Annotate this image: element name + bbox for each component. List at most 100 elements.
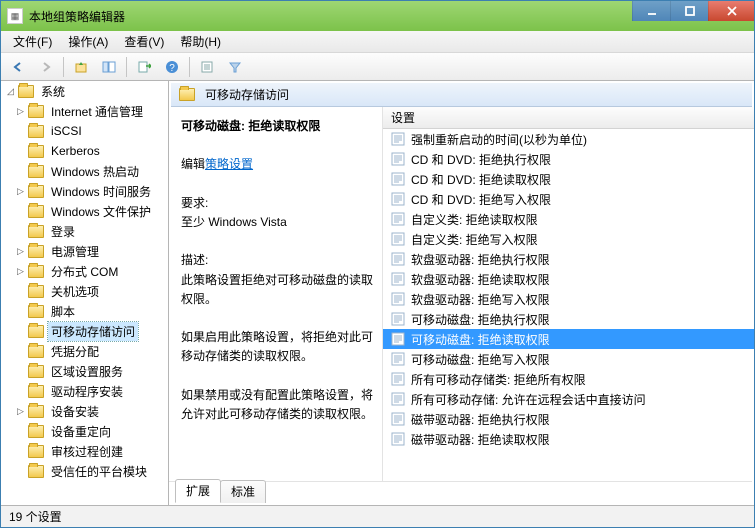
policy-name: 可移动磁盘: 拒绝读取权限 (181, 117, 374, 136)
tree-item-label: 受信任的平台模块 (48, 462, 150, 481)
tree-item[interactable]: 登录 (1, 221, 168, 241)
tree-item[interactable]: ▷设备安装 (1, 401, 168, 421)
tree-item[interactable]: 脚本 (1, 301, 168, 321)
menu-file[interactable]: 文件(F) (5, 31, 60, 52)
detail-header-title: 可移动存储访问 (205, 86, 289, 103)
tree-item[interactable]: 凭据分配 (1, 341, 168, 361)
tree-item[interactable]: 驱动程序安装 (1, 381, 168, 401)
expand-spacer (15, 146, 26, 157)
description-text-2: 如果启用此策略设置，将拒绝对此可移动存储类的读取权限。 (181, 328, 374, 366)
column-header-label: 设置 (391, 109, 415, 126)
settings-row[interactable]: 自定义类: 拒绝写入权限 (383, 229, 754, 249)
policy-icon (391, 132, 405, 146)
expand-spacer (15, 286, 26, 297)
tree-item[interactable]: 审核过程创建 (1, 441, 168, 461)
window-title: 本地组策略编辑器 (29, 8, 125, 25)
tree-item[interactable]: Kerberos (1, 141, 168, 161)
menu-view[interactable]: 查看(V) (116, 31, 172, 52)
settings-row[interactable]: 可移动磁盘: 拒绝写入权限 (383, 349, 754, 369)
settings-row[interactable]: 磁带驱动器: 拒绝读取权限 (383, 429, 754, 449)
folder-icon (28, 445, 44, 458)
tree-item-label: 电源管理 (48, 242, 102, 261)
back-button[interactable] (7, 56, 29, 78)
tree-item[interactable]: ▷ 电源管理 (1, 241, 168, 261)
properties-button[interactable] (196, 56, 218, 78)
settings-row[interactable]: CD 和 DVD: 拒绝写入权限 (383, 189, 754, 209)
tree-item[interactable]: Windows 热启动 (1, 161, 168, 181)
edit-link-row: 编辑策略设置 (181, 155, 374, 174)
policy-icon (391, 392, 405, 406)
tree-root-label: 系统 (38, 82, 68, 101)
settings-row[interactable]: 可移动磁盘: 拒绝执行权限 (383, 309, 754, 329)
tree-root-node[interactable]: ◿ 系统 (1, 81, 168, 101)
policy-icon (391, 252, 405, 266)
expand-icon[interactable]: ▷ (15, 266, 26, 277)
tree-pane[interactable]: ◿ 系统▷Internet 通信管理 iSCSI KerberosWindows 热启… (1, 81, 169, 505)
tree-item[interactable]: 受信任的平台模块 (1, 461, 168, 481)
tab-standard[interactable]: 标准 (220, 480, 266, 503)
settings-row[interactable]: CD 和 DVD: 拒绝执行权限 (383, 149, 754, 169)
edit-prefix: 编辑 (181, 157, 205, 171)
settings-row[interactable]: 所有可移动存储: 允许在远程会话中直接访问 (383, 389, 754, 409)
folder-icon (28, 405, 44, 418)
settings-row-label: 磁带驱动器: 拒绝执行权限 (411, 411, 550, 428)
tree-item-label: 关机选项 (48, 282, 102, 301)
settings-row[interactable]: 软盘驱动器: 拒绝执行权限 (383, 249, 754, 269)
policy-icon (391, 232, 405, 246)
column-header[interactable]: 设置 (383, 107, 754, 129)
requirements-text: 至少 Windows Vista (181, 213, 374, 232)
settings-row-label: 自定义类: 拒绝读取权限 (411, 211, 538, 228)
show-hide-tree-button[interactable] (98, 56, 120, 78)
settings-row[interactable]: CD 和 DVD: 拒绝读取权限 (383, 169, 754, 189)
tree-item[interactable]: ▷Internet 通信管理 (1, 101, 168, 121)
help-button[interactable]: ? (161, 56, 183, 78)
expand-icon[interactable]: ▷ (15, 186, 26, 197)
tree-item-label: iSCSI (48, 123, 85, 139)
settings-row-label: 自定义类: 拒绝写入权限 (411, 231, 538, 248)
folder-icon (28, 345, 44, 358)
tree-item[interactable]: Windows 文件保护 (1, 201, 168, 221)
expand-icon[interactable]: ▷ (15, 106, 26, 117)
minimize-button[interactable] (632, 1, 670, 21)
tree-item[interactable]: ▷分布式 COM (1, 261, 168, 281)
expand-spacer (15, 126, 26, 137)
edit-policy-link[interactable]: 策略设置 (205, 157, 253, 171)
folder-icon (28, 165, 44, 178)
detail-pane: 可移动存储访问 可移动磁盘: 拒绝读取权限 编辑策略设置 要求: 至少 Wind… (169, 81, 754, 505)
tree-item[interactable]: 可移动存储访问 (1, 321, 168, 341)
policy-icon (391, 352, 405, 366)
folder-icon (179, 88, 195, 101)
export-list-button[interactable] (133, 56, 155, 78)
expand-spacer (15, 206, 26, 217)
settings-row-label: 可移动磁盘: 拒绝读取权限 (411, 331, 550, 348)
settings-row[interactable]: 所有可移动存储类: 拒绝所有权限 (383, 369, 754, 389)
settings-row[interactable]: 强制重新启动的时间(以秒为单位) (383, 129, 754, 149)
tree-item[interactable]: 关机选项 (1, 281, 168, 301)
tree-item[interactable]: ▷Windows 时间服务 (1, 181, 168, 201)
forward-button[interactable] (35, 56, 57, 78)
folder-icon (28, 185, 44, 198)
expand-icon[interactable]: ▷ (15, 246, 26, 257)
tree-item[interactable]: iSCSI (1, 121, 168, 141)
settings-row[interactable]: 可移动磁盘: 拒绝读取权限 (383, 329, 754, 349)
policy-icon (391, 192, 405, 206)
settings-row[interactable]: 软盘驱动器: 拒绝写入权限 (383, 289, 754, 309)
tree-item[interactable]: 区域设置服务 (1, 361, 168, 381)
up-button[interactable] (70, 56, 92, 78)
titlebar[interactable]: ▦ 本地组策略编辑器 (1, 1, 754, 31)
collapse-icon[interactable]: ◿ (5, 86, 16, 97)
settings-row[interactable]: 自定义类: 拒绝读取权限 (383, 209, 754, 229)
settings-rows[interactable]: 强制重新启动的时间(以秒为单位)CD 和 DVD: 拒绝执行权限CD 和 DVD… (383, 129, 754, 481)
tab-extended[interactable]: 扩展 (175, 479, 221, 503)
menu-help[interactable]: 帮助(H) (172, 31, 229, 52)
close-button[interactable] (708, 1, 754, 21)
settings-row-label: 所有可移动存储: 允许在远程会话中直接访问 (411, 391, 646, 408)
settings-row[interactable]: 磁带驱动器: 拒绝执行权限 (383, 409, 754, 429)
folder-icon (28, 385, 44, 398)
filter-button[interactable] (224, 56, 246, 78)
settings-row[interactable]: 软盘驱动器: 拒绝读取权限 (383, 269, 754, 289)
maximize-button[interactable] (670, 1, 708, 21)
tree-item[interactable]: 设备重定向 (1, 421, 168, 441)
expand-icon[interactable]: ▷ (15, 406, 26, 417)
menu-action[interactable]: 操作(A) (60, 31, 116, 52)
